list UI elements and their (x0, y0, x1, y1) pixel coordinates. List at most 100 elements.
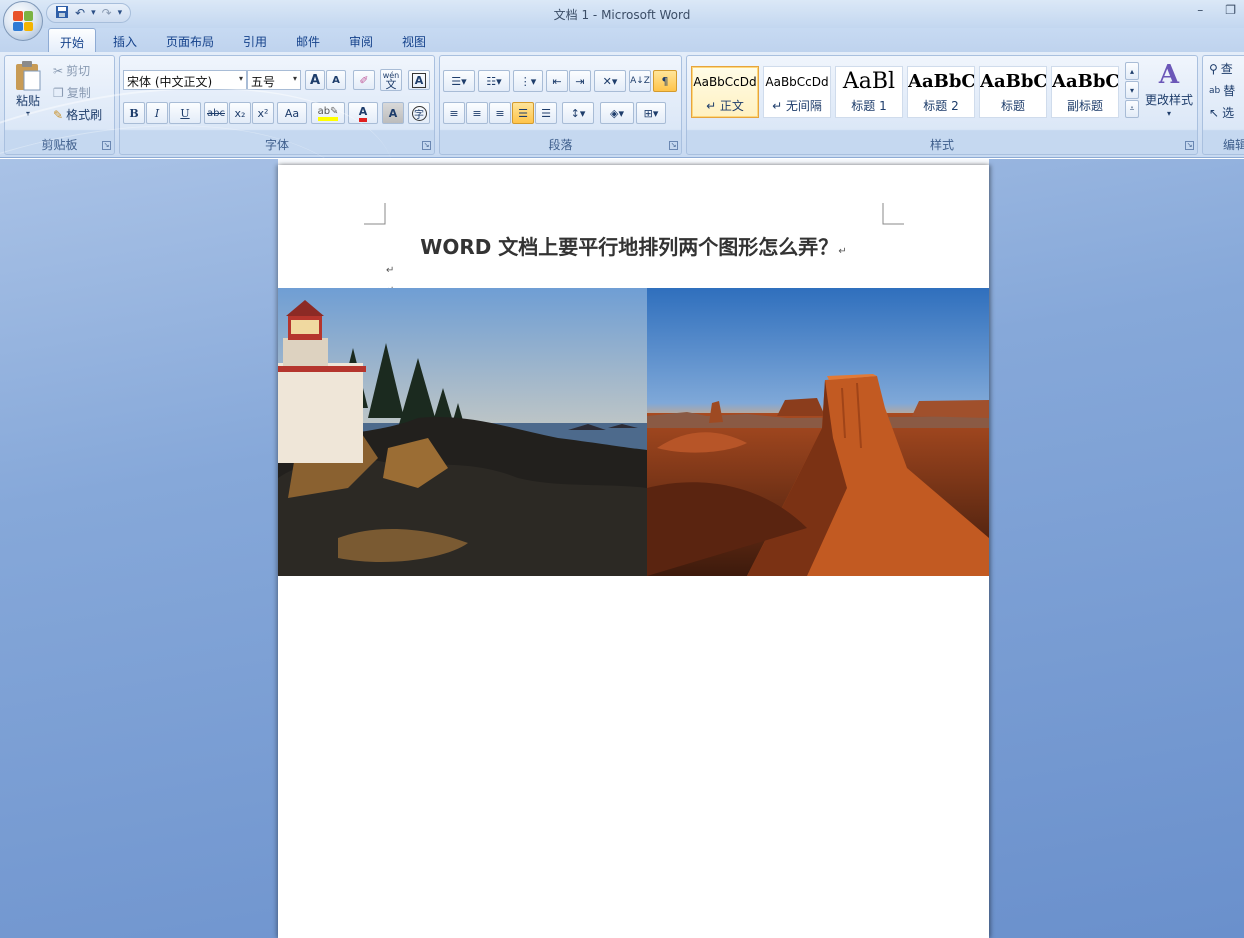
tab-review[interactable]: 审阅 (340, 28, 382, 52)
desert-butte-image (647, 288, 989, 576)
document-heading[interactable]: WORD 文档上要平行地排列两个图形怎么弄？↵ (278, 231, 989, 260)
font-size-value: 五号 (251, 75, 276, 89)
paragraph-group: ☰▾ ☷▾ ⋮▾ ⇤ ⇥ ✕▾ A↓Z ¶ ≡ ≡ ≡ ☰ ☰ ↕▾ ◈▾ ⊞▾… (439, 55, 682, 155)
style-heading-2[interactable]: AaBbC 标题 2 (907, 66, 975, 118)
style-heading-1[interactable]: AaBl 标题 1 (835, 66, 903, 118)
copy-icon: ❐ (53, 85, 64, 100)
increase-indent-button[interactable]: ⇥ (569, 70, 591, 92)
save-icon[interactable] (55, 5, 69, 22)
multilevel-list-icon: ⋮▾ (519, 74, 537, 88)
undo-icon[interactable]: ↶ (75, 6, 85, 20)
select-button[interactable]: ↖ 选 (1209, 104, 1234, 121)
sort-button[interactable]: A↓Z (629, 70, 651, 92)
redo-icon[interactable]: ↷ (102, 6, 112, 20)
desert-butte-photo[interactable] (647, 288, 989, 576)
chinese-layout-icon: ✕▾ (602, 74, 618, 88)
char-shading-icon: A (388, 106, 398, 120)
multilevel-list-button[interactable]: ⋮▾ (513, 70, 543, 92)
eraser-icon: ✐ (359, 73, 369, 87)
style-title[interactable]: AaBbC 标题 (979, 66, 1047, 118)
paragraph-mark-icon: ¶ (661, 74, 669, 88)
bullets-button[interactable]: ☰▾ (443, 70, 475, 92)
window-controls: – ❐ (1197, 3, 1236, 17)
cut-button[interactable]: ✂ 剪切 (53, 62, 90, 79)
style-normal[interactable]: AaBbCcDd ↵ 正文 (691, 66, 759, 118)
borders-button[interactable]: ⊞▾ (636, 102, 666, 124)
tab-page-layout[interactable]: 页面布局 (158, 28, 222, 52)
binoculars-icon: ⚲ (1209, 61, 1218, 76)
grow-font-button[interactable]: A (305, 70, 325, 90)
styles-more-icon[interactable]: ⩡ (1125, 100, 1139, 118)
style-name: 副标题 (1066, 99, 1103, 113)
numbering-button[interactable]: ☷▾ (478, 70, 510, 92)
char-border-button[interactable]: A (408, 70, 430, 90)
quick-access-toolbar: ↶ ▾ ↷ ▾ (46, 3, 132, 23)
tab-insert[interactable]: 插入 (103, 28, 147, 52)
align-left-button[interactable]: ≡ (443, 102, 465, 124)
numbered-list-icon: ☷▾ (486, 74, 502, 88)
chevron-down-icon: ▾ (1166, 109, 1171, 118)
style-sample: AaBbCcDd (693, 75, 757, 89)
bullet-list-icon: ☰▾ (451, 74, 467, 88)
restore-button[interactable]: ❐ (1225, 3, 1236, 17)
paste-label: 粘贴 (15, 94, 40, 108)
styles-launcher-icon[interactable]: ↘ (1185, 141, 1194, 150)
lighthouse-photo[interactable] (278, 288, 647, 576)
char-border-icon: A (411, 72, 427, 88)
paragraph-mark-icon: ↵ (386, 265, 395, 276)
distribute-button[interactable]: ☰ (535, 102, 557, 124)
style-sample: AaBl (842, 69, 896, 94)
decrease-indent-icon: ⇤ (552, 74, 562, 88)
enclose-char-button[interactable]: 字 (408, 102, 430, 124)
paste-icon (16, 61, 41, 91)
customize-qat-icon[interactable]: ▾ (118, 8, 123, 18)
styles-group-label: 样式 (929, 138, 954, 152)
border-icon: ⊞▾ (643, 106, 659, 120)
change-styles-label: 更改样式 (1144, 93, 1193, 107)
style-no-spacing[interactable]: AaBbCcDd ↵ 无间隔 (763, 66, 831, 118)
find-button[interactable]: ⚲ 查 (1209, 60, 1233, 77)
shrink-font-button[interactable]: A (326, 70, 346, 90)
paint-bucket-icon: ◈▾ (610, 106, 624, 120)
office-button[interactable] (3, 1, 43, 41)
tab-references[interactable]: 引用 (234, 28, 276, 52)
align-right-button[interactable]: ≡ (489, 102, 511, 124)
document-page[interactable]: WORD 文档上要平行地排列两个图形怎么弄？↵ ↵ ↵ (278, 165, 989, 938)
office-logo-icon (13, 11, 33, 31)
cursor-icon: ↖ (1209, 105, 1220, 120)
paragraph-mark-icon: ↵ (838, 246, 847, 257)
change-styles-button[interactable]: A 更改样式 ▾ (1143, 60, 1195, 118)
line-spacing-button[interactable]: ↕▾ (562, 102, 594, 124)
chinese-layout-button[interactable]: ✕▾ (594, 70, 626, 92)
styles-scroll-up-icon[interactable]: ▴ (1125, 62, 1139, 80)
distribute-icon: ☰ (541, 106, 551, 120)
tab-view[interactable]: 视图 (393, 28, 435, 52)
styles-group: AaBbCcDd ↵ 正文 AaBbCcDd ↵ 无间隔 AaBl 标题 1 A… (686, 55, 1198, 155)
font-launcher-icon[interactable]: ↘ (422, 141, 431, 150)
style-name: 标题 1 (851, 99, 887, 113)
phonetic-guide-button[interactable]: wén 文 (380, 69, 402, 91)
paragraph-launcher-icon[interactable]: ↘ (669, 141, 678, 150)
phonetic-char: 文 (385, 78, 397, 91)
undo-dropdown-icon[interactable]: ▾ (91, 8, 96, 18)
sort-icon: A↓Z (630, 76, 650, 86)
minimize-button[interactable]: – (1197, 3, 1203, 17)
window-title: 文档 1 - Microsoft Word (553, 8, 691, 22)
tab-mailings[interactable]: 邮件 (287, 28, 329, 52)
show-marks-button[interactable]: ¶ (653, 70, 677, 92)
chevron-down-icon: ▾ (238, 74, 243, 83)
align-center-button[interactable]: ≡ (466, 102, 488, 124)
style-sample: AaBbC (980, 71, 1046, 92)
title-bar: 文档 1 - Microsoft Word – ❐ (0, 0, 1244, 28)
styles-scroll-down-icon[interactable]: ▾ (1125, 81, 1139, 99)
clear-format-button[interactable]: ✐ (353, 70, 375, 90)
replace-button[interactable]: ab 替 (1209, 82, 1235, 99)
char-shading-button[interactable]: A (382, 102, 404, 124)
tab-home[interactable]: 开始 (48, 28, 96, 52)
font-size-select[interactable]: 五号 ▾ (247, 70, 301, 90)
shading-button[interactable]: ◈▾ (600, 102, 634, 124)
style-subtitle[interactable]: AaBbC 副标题 (1051, 66, 1119, 118)
decrease-indent-button[interactable]: ⇤ (546, 70, 568, 92)
justify-button[interactable]: ☰ (512, 102, 534, 124)
ribbon-tabs: 开始 插入 页面布局 引用 邮件 审阅 视图 (0, 28, 1244, 52)
